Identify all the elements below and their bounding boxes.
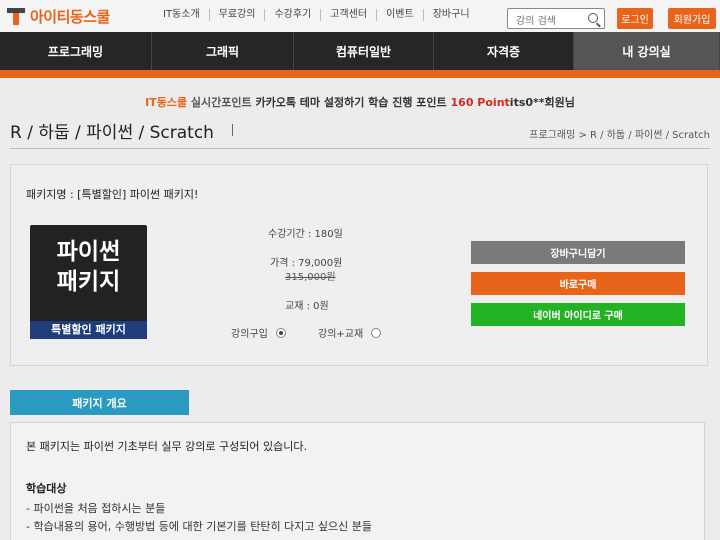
option-lecture-only[interactable]: 강의구입 [231, 325, 286, 340]
target-item: - 파이썬을 처음 접하시는 분들 [26, 502, 166, 515]
page-title: R / 하둡 / 파이썬 / Scratch [10, 123, 214, 143]
top-nav-item-events[interactable]: 이벤트 [377, 9, 424, 21]
package-period: 수강기간 : 180일 [268, 229, 343, 240]
promo-label: 실시간포인트 [190, 96, 252, 109]
search-input[interactable] [508, 12, 582, 31]
top-nav-item-about[interactable]: IT동소개 [154, 9, 210, 21]
option-lecture-textbook[interactable]: 강의+교재 [318, 325, 382, 340]
main-nav: 프로그래밍 그래픽 컴퓨터일반 자격증 내 강의실 [0, 32, 720, 70]
option-lecture-textbook-label: 강의+교재 [318, 329, 364, 340]
search-box [507, 8, 605, 31]
main-nav-computer-general[interactable]: 컴퓨터일반 [294, 32, 434, 70]
package-textbook-price: 교재 : 0원 [285, 301, 329, 312]
promo-brand: IT동스쿨 [145, 96, 188, 109]
top-nav-item-support[interactable]: 고객센터 [321, 9, 378, 21]
top-nav-item-cart[interactable]: 장바구니 [424, 9, 479, 21]
login-button[interactable]: 로그인 [617, 8, 653, 29]
top-nav-item-reviews[interactable]: 수강후기 [265, 9, 322, 21]
promo-message: 카카오톡 테마 설정하기 학습 진행 포인트 [255, 96, 447, 109]
option-lecture-only-radio[interactable] [275, 327, 286, 338]
add-to-cart-button[interactable]: 장바구니담기 [471, 241, 685, 264]
naver-buy-button[interactable]: 네이버 아이디로 구매 [471, 303, 685, 326]
top-nav-item-free-lectures[interactable]: 무료강의 [210, 9, 266, 21]
title-divider [232, 124, 233, 136]
package-original-price: 315,000원 [285, 272, 336, 283]
package-name: 패키지명 : [특별할인] 파이썬 패키지! [26, 188, 199, 201]
top-nav: IT동소개 무료강의 수강후기 고객센터 이벤트 장바구니 [154, 9, 479, 21]
promo-points: 160 Point [450, 96, 510, 109]
thumbnail-banner: 특별할인 패키지 [30, 321, 147, 339]
option-lecture-only-label: 강의구입 [231, 329, 268, 340]
target-item: - 학습내용의 용어, 수행방법 등에 대한 기본기를 탄탄히 다지고 싶으신 … [26, 520, 373, 533]
target-title: 학습대상 [26, 482, 67, 495]
promo-user: its0**회원님 [509, 96, 575, 109]
title-rule [10, 148, 710, 149]
site-logo[interactable]: 아이티동스쿨 [6, 4, 110, 28]
join-button[interactable]: 회원가입 [668, 8, 716, 29]
promo-banner: IT동스쿨 실시간포인트 카카오톡 테마 설정하기 학습 진행 포인트 160 … [0, 94, 720, 110]
logo-icon [6, 6, 26, 26]
logo-text: 아이티동스쿨 [30, 7, 110, 26]
main-nav-graphics[interactable]: 그래픽 [152, 32, 294, 70]
overview-intro: 본 패키지는 파이썬 기초부터 실무 강의로 구성되어 있습니다. [26, 440, 307, 453]
breadcrumb[interactable]: 프로그래밍 > R / 하둡 / 파이썬 / Scratch [529, 126, 710, 141]
main-nav-certificates[interactable]: 자격증 [434, 32, 574, 70]
buy-now-button[interactable]: 바로구매 [471, 272, 685, 295]
main-nav-my-classroom[interactable]: 내 강의실 [574, 32, 720, 70]
tab-package-overview[interactable]: 패키지 개요 [10, 390, 189, 415]
option-lecture-textbook-radio[interactable] [371, 327, 382, 338]
nav-accent-strip [0, 70, 720, 78]
main-nav-programming[interactable]: 프로그래밍 [0, 32, 152, 70]
package-price: 가격 : 79,000원 [270, 258, 343, 269]
search-icon[interactable] [588, 13, 598, 23]
thumbnail-title: 파이썬 패키지 [56, 239, 121, 295]
package-thumbnail: 파이썬 패키지 특별할인 패키지 [30, 225, 147, 339]
